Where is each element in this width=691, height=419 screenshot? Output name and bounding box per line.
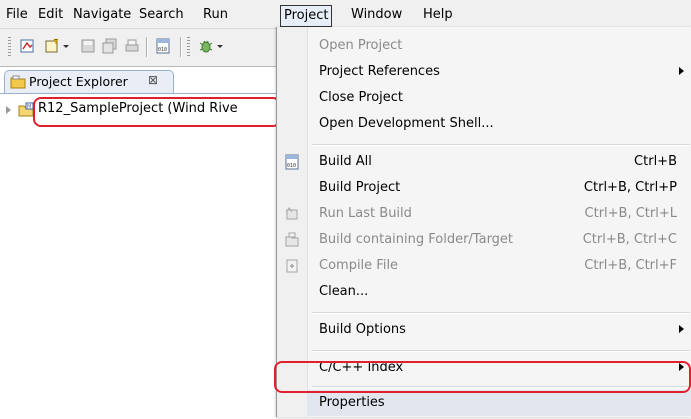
menu-separator — [312, 144, 690, 146]
svg-text:010: 010 — [158, 47, 167, 53]
menu-edit[interactable]: Edit — [38, 6, 63, 24]
menu-item-shortcut: Ctrl+B, Ctrl+L — [584, 206, 677, 221]
menu-item-label: Build containing Folder/Target — [319, 232, 514, 247]
menu-item-build-all[interactable]: 010 Build All Ctrl+B — [285, 149, 691, 175]
debug-icon[interactable] — [198, 38, 214, 54]
menu-item-open-project: Open Project — [307, 33, 691, 59]
tab-project-explorer[interactable]: Project Explorer ⊠ — [4, 70, 174, 93]
menu-item-run-last-build: Run Last Build Ctrl+B, Ctrl+L — [285, 201, 691, 227]
menu-item-shortcut: Ctrl+B, Ctrl+P — [583, 180, 677, 195]
toolbar-grip[interactable] — [8, 37, 11, 57]
menu-item-project-references[interactable]: Project References — [307, 59, 691, 85]
menu-project[interactable]: Project — [280, 5, 333, 27]
toolbar-separator — [180, 37, 182, 57]
menu-item-shortcut: Ctrl+B, Ctrl+C — [582, 232, 677, 247]
menu-icon-gutter — [277, 27, 308, 417]
menu-item-label: Open Development Shell... — [319, 116, 494, 131]
menu-item-shortcut: Ctrl+B, Ctrl+F — [584, 258, 677, 273]
menu-navigate[interactable]: Navigate — [73, 6, 131, 24]
menu-item-properties[interactable]: Properties — [307, 390, 691, 416]
menubar: File Edit Navigate Search Run Project Wi… — [0, 0, 691, 29]
explorer-tree: M R12_SampleProject (Wind Rive — [0, 93, 276, 419]
menu-item-label: Clean... — [319, 284, 369, 299]
menu-item-label: Run Last Build — [319, 206, 412, 221]
save-all-icon[interactable] — [102, 38, 118, 54]
menu-item-label: Properties — [319, 395, 385, 410]
menu-file[interactable]: File — [6, 6, 28, 24]
chevron-down-icon[interactable] — [62, 38, 70, 54]
build-folder-icon — [285, 232, 299, 247]
menu-window[interactable]: Window — [351, 6, 402, 24]
expand-arrow-icon[interactable] — [6, 106, 11, 114]
compile-file-icon — [286, 259, 298, 273]
menu-item-build-options[interactable]: Build Options — [307, 317, 691, 343]
toolbar-separator — [146, 37, 148, 57]
menu-item-label: Close Project — [319, 90, 404, 105]
menu-item-close-project[interactable]: Close Project — [307, 85, 691, 111]
menu-item-build-containing-folder: Build containing Folder/Target Ctrl+B, C… — [285, 227, 691, 253]
menu-item-label: Build Project — [319, 180, 401, 195]
menu-item-shortcut: Ctrl+B — [634, 154, 677, 169]
menu-separator — [312, 350, 690, 352]
build-all-icon: 010 — [285, 154, 299, 170]
save-icon[interactable] — [80, 38, 96, 54]
callout-highlight-properties — [274, 361, 691, 393]
menu-item-build-project[interactable]: Build Project Ctrl+B, Ctrl+P — [307, 175, 691, 201]
toolbar-grip[interactable] — [187, 37, 190, 57]
menu-help[interactable]: Help — [423, 6, 453, 24]
run-last-build-icon — [285, 207, 298, 220]
print-icon[interactable] — [124, 38, 140, 54]
toolbar: 010 — [0, 29, 276, 63]
tab-label: Project Explorer — [29, 74, 128, 89]
project-menu: Open Project Project References Close Pr… — [276, 27, 691, 417]
menu-separator — [312, 312, 690, 314]
submenu-arrow-icon — [679, 325, 684, 333]
menu-item-label: Open Project — [319, 38, 403, 53]
folder-icon — [10, 75, 26, 89]
svg-text:010: 010 — [287, 163, 296, 169]
menu-search[interactable]: Search — [139, 6, 184, 24]
menu-run[interactable]: Run — [203, 6, 228, 24]
menu-item-clean[interactable]: Clean... — [307, 279, 691, 305]
menu-item-open-development-shell[interactable]: Open Development Shell... — [307, 111, 691, 137]
menu-item-label: Build Options — [319, 322, 406, 337]
submenu-arrow-icon — [679, 67, 684, 75]
new-project-icon[interactable] — [44, 38, 60, 54]
menu-item-label: Compile File — [319, 258, 399, 273]
svg-text:M: M — [27, 104, 31, 110]
chevron-down-icon[interactable] — [216, 38, 224, 54]
menu-item-compile-file: Compile File Ctrl+B, Ctrl+F — [286, 253, 691, 279]
new-wizard-icon[interactable] — [20, 38, 36, 54]
callout-highlight-project — [33, 97, 281, 127]
menu-item-label: Build All — [319, 154, 372, 169]
build-icon[interactable]: 010 — [155, 38, 171, 54]
menu-item-label: Project References — [319, 64, 440, 79]
close-icon[interactable]: ⊠ — [148, 73, 158, 87]
